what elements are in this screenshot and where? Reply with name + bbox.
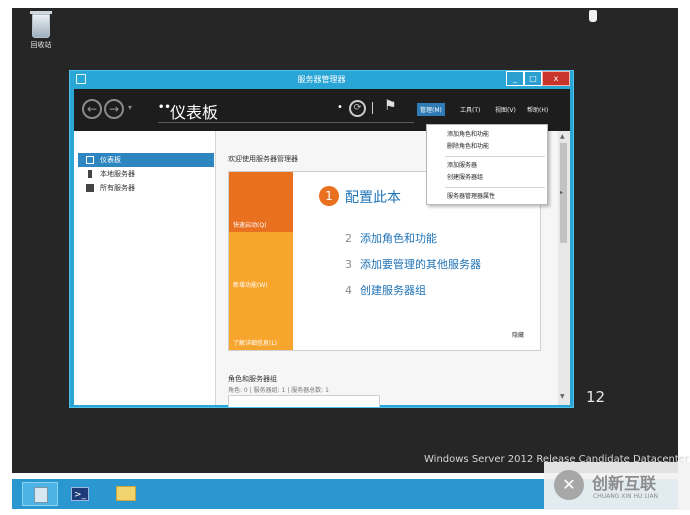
- step-text: 添加要管理的其他服务器: [360, 258, 481, 271]
- taskbar-powershell[interactable]: >_: [62, 482, 98, 506]
- dropdown-separator: [445, 187, 545, 188]
- dropdown-item-create-group[interactable]: 创建服务器组: [427, 172, 547, 184]
- add-servers-link[interactable]: 3 添加要管理的其他服务器: [345, 256, 481, 272]
- scroll-down-icon[interactable]: ▼: [560, 393, 565, 400]
- powershell-icon: >_: [71, 487, 89, 501]
- step-number: 3: [345, 258, 352, 271]
- roles-counts: 角色: 0 | 服务器组: 1 | 服务器总数: 1: [228, 387, 329, 394]
- recycle-bin-icon: [30, 11, 52, 38]
- watermark-logo-icon: ✕: [554, 470, 584, 500]
- sidebar-item-dashboard[interactable]: 仪表板: [78, 153, 214, 167]
- menu-view[interactable]: 视图(V): [492, 103, 519, 116]
- folder-icon: [116, 486, 136, 501]
- menu-help[interactable]: 帮助(H): [524, 103, 551, 116]
- title-bar[interactable]: 服务器管理器 _ □ x: [70, 71, 573, 89]
- servers-icon: [86, 184, 94, 192]
- watermark: ✕ 创新互联 CHUANG XIN HU LIAN: [544, 462, 690, 510]
- notifications-flag-icon[interactable]: ⚑: [384, 99, 397, 113]
- dropdown-item-properties[interactable]: 服务器管理器属性: [427, 191, 547, 203]
- mouse-cursor-icon: [589, 10, 597, 22]
- sidebar: 仪表板 本地服务器 所有服务器: [74, 131, 216, 405]
- step-1-badge: 1: [319, 186, 339, 206]
- hide-welcome-link[interactable]: 隐藏: [512, 330, 524, 339]
- role-card[interactable]: [228, 395, 380, 407]
- tile-quickstart[interactable]: 快速启动(Q): [229, 172, 293, 232]
- desktop-version-number: 12: [586, 388, 606, 406]
- forward-button[interactable]: →: [104, 99, 124, 119]
- window-title: 服务器管理器: [297, 75, 346, 84]
- sidebar-item-label: 本地服务器: [100, 170, 135, 178]
- watermark-subtitle: CHUANG XIN HU LIAN: [593, 493, 659, 500]
- add-roles-link[interactable]: 2 添加角色和功能: [345, 230, 437, 246]
- recycle-bin[interactable]: 回收站: [24, 11, 58, 50]
- breadcrumb-underline: [158, 122, 414, 123]
- dropdown-item-add-roles[interactable]: 添加角色和功能: [427, 129, 547, 141]
- dropdown-separator: [445, 156, 545, 157]
- refresh-icon[interactable]: ⟳: [349, 100, 366, 117]
- sidebar-item-label: 所有服务器: [100, 184, 135, 192]
- tile-label: 快速启动(Q): [233, 222, 267, 229]
- chevron-down-icon[interactable]: ▾: [128, 103, 132, 112]
- vertical-scrollbar[interactable]: ▲ ▸ ▼: [558, 131, 570, 405]
- server-manager-window: 服务器管理器 _ □ x ← → ▾ •• 仪表板 • ⟳ ⚑ 管理(M) 工具…: [69, 70, 574, 408]
- scroll-grip-icon: ▸: [560, 189, 564, 196]
- close-button[interactable]: x: [542, 71, 570, 86]
- configure-server-link[interactable]: 配置此本: [345, 187, 401, 207]
- sidebar-item-label: 仪表板: [100, 156, 121, 164]
- minimize-button[interactable]: _: [506, 71, 524, 86]
- tile-label: 了解详细信息(L): [233, 340, 278, 347]
- tile-learn-more[interactable]: 了解详细信息(L): [229, 292, 293, 350]
- back-button[interactable]: ←: [82, 99, 102, 119]
- sidebar-item-local-server[interactable]: 本地服务器: [78, 167, 214, 181]
- menu-tools[interactable]: 工具(T): [457, 103, 483, 116]
- menu-manage[interactable]: 管理(M): [417, 103, 445, 116]
- recycle-bin-label: 回收站: [30, 41, 52, 49]
- welcome-header: 欢迎使用服务器管理器: [228, 155, 298, 163]
- roles-heading: 角色和服务器组: [228, 375, 277, 383]
- server-icon: [88, 170, 92, 178]
- server-manager-icon: [34, 487, 48, 503]
- step-text: 创建服务器组: [360, 284, 426, 297]
- dashboard-icon: [86, 156, 94, 164]
- sidebar-item-all-servers[interactable]: 所有服务器: [78, 181, 214, 195]
- refresh-separator: •: [337, 102, 343, 113]
- taskbar-server-manager[interactable]: [22, 482, 58, 506]
- toolbar-divider: [372, 102, 373, 114]
- tile-label: 新增功能(W): [233, 282, 268, 289]
- maximize-button[interactable]: □: [524, 71, 542, 86]
- step-number: 2: [345, 232, 352, 245]
- breadcrumb-dots: ••: [158, 102, 171, 113]
- step-text: 添加角色和功能: [360, 232, 437, 245]
- manage-dropdown-menu: 添加角色和功能 删除角色和功能 添加服务器 创建服务器组 服务器管理器属性: [426, 124, 548, 205]
- watermark-name: 创新互联: [592, 474, 657, 493]
- taskbar-file-explorer[interactable]: [108, 482, 144, 506]
- tile-whats-new[interactable]: 新增功能(W): [229, 232, 293, 292]
- page-title: 仪表板: [170, 103, 219, 122]
- step-number: 4: [345, 284, 352, 297]
- dropdown-item-remove-roles[interactable]: 删除角色和功能: [427, 141, 547, 153]
- dropdown-item-add-servers[interactable]: 添加服务器: [427, 160, 547, 172]
- scroll-up-icon[interactable]: ▲: [560, 133, 565, 140]
- create-server-group-link[interactable]: 4 创建服务器组: [345, 282, 426, 298]
